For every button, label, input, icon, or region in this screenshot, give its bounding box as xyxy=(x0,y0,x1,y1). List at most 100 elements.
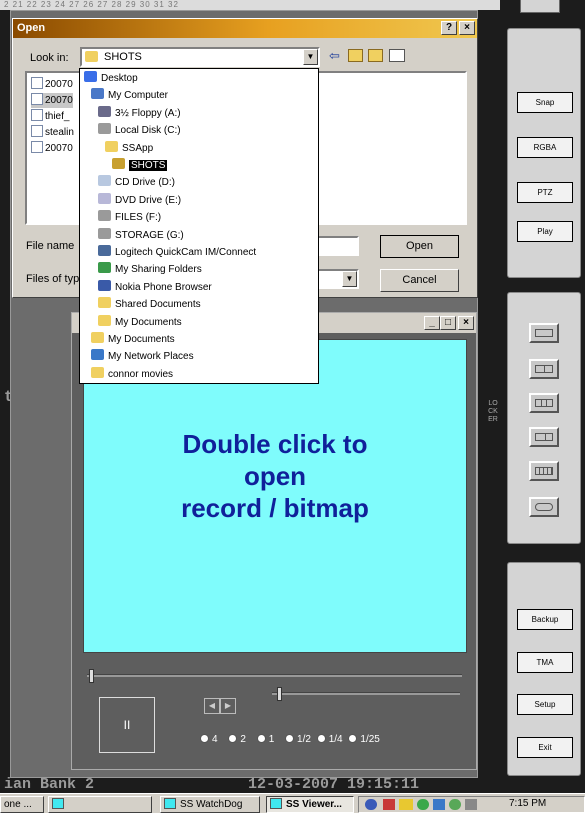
dropdown-item[interactable]: 3½ Floppy (A:) xyxy=(98,105,181,122)
tray-volume-icon[interactable] xyxy=(465,799,477,810)
layout-panel xyxy=(507,292,581,544)
speed-option-2[interactable]: 2 xyxy=(228,734,246,745)
tray-network-icon[interactable] xyxy=(383,799,395,810)
layout-grid-16-button[interactable] xyxy=(529,461,559,481)
layout-cycle-button[interactable] xyxy=(529,497,559,517)
step-forward-button[interactable]: ▶ xyxy=(220,698,236,714)
dropdown-item-label: FILES (F:) xyxy=(115,212,162,224)
dropdown-item[interactable]: Local Disk (C:) xyxy=(98,122,181,139)
floppy-icon xyxy=(98,105,111,117)
dropdown-item[interactable]: Logitech QuickCam IM/Connect xyxy=(98,244,256,261)
file-item[interactable]: thief_ xyxy=(31,109,69,124)
minimize-button[interactable]: _ xyxy=(424,316,440,330)
drive-icon xyxy=(98,210,111,222)
dropdown-item[interactable]: DVD Drive (E:) xyxy=(98,192,181,209)
position-slider-track[interactable] xyxy=(87,674,462,677)
speed-slider-track[interactable] xyxy=(272,692,460,695)
dropdown-item[interactable]: connor movies xyxy=(91,366,173,383)
dropdown-item-label: CD Drive (D:) xyxy=(115,177,175,189)
dropdown-item-label: My Network Places xyxy=(108,351,194,363)
video-area[interactable]: Double click to open record / bitmap xyxy=(83,339,467,653)
speed-option-half[interactable]: 1/2 xyxy=(285,734,311,745)
dropdown-item-label: My Documents xyxy=(115,316,182,328)
viewer-close-button[interactable]: × xyxy=(458,316,474,330)
rgba-button[interactable]: RGBA xyxy=(517,137,573,158)
dropdown-item-label: My Sharing Folders xyxy=(115,264,202,276)
taskbar-item-one[interactable]: one ... xyxy=(0,796,44,813)
dialog-titlebar: Open xyxy=(13,19,477,38)
open-folder-icon xyxy=(112,158,125,169)
taskbar-item-blank[interactable] xyxy=(48,796,152,813)
taskbar-item-watchdog[interactable]: SS WatchDog xyxy=(160,796,260,813)
dropdown-item[interactable]: My Network Places xyxy=(91,348,194,365)
setup-button[interactable]: Setup xyxy=(517,694,573,715)
open-record-message: Double click to open record / bitmap xyxy=(84,428,466,524)
open-button[interactable]: Open xyxy=(380,235,459,258)
combo-arrow-button[interactable]: ▼ xyxy=(303,49,318,65)
dropdown-item-label: STORAGE (G:) xyxy=(115,229,184,241)
dropdown-item[interactable]: My Sharing Folders xyxy=(98,261,202,278)
dropdown-item[interactable]: SSApp xyxy=(105,140,153,157)
file-item[interactable]: 20070 xyxy=(31,93,73,108)
tray-pen-icon[interactable] xyxy=(433,799,445,810)
speed-slider-thumb[interactable] xyxy=(277,687,282,701)
dropdown-item[interactable]: Shared Documents xyxy=(98,296,201,313)
file-item[interactable]: 20070 xyxy=(31,141,73,156)
dropdown-item[interactable]: FILES (F:) xyxy=(98,209,161,226)
dropdown-item[interactable]: CD Drive (D:) xyxy=(98,174,175,191)
speed-option-1-25[interactable]: 1/25 xyxy=(348,734,380,745)
ptz-button[interactable]: PTZ xyxy=(517,182,573,203)
step-back-button[interactable]: ◀ xyxy=(204,698,220,714)
cancel-button[interactable]: Cancel xyxy=(380,269,459,292)
look-in-combo[interactable]: SHOTS ▼ xyxy=(80,47,320,67)
tma-button[interactable]: TMA xyxy=(517,652,573,673)
layout-six-button[interactable] xyxy=(529,393,559,413)
message-line-1: Double click to xyxy=(182,429,368,459)
dialog-close-button[interactable]: × xyxy=(459,21,475,35)
tray-app-icon[interactable] xyxy=(417,799,429,810)
back-icon[interactable]: ⇦ xyxy=(329,48,340,64)
folder-icon xyxy=(98,297,111,309)
snap-button[interactable]: Snap xyxy=(517,92,573,113)
type-arrow-button[interactable]: ▼ xyxy=(342,271,357,287)
dropdown-item-label: DVD Drive (E:) xyxy=(115,194,182,206)
file-item[interactable]: stealin xyxy=(31,125,74,140)
look-in-dropdown[interactable]: Desktop My Computer 3½ Floppy (A:) Local Di… xyxy=(79,68,319,384)
dropdown-item[interactable]: Nokia Phone Browser xyxy=(98,279,212,296)
dropdown-item[interactable]: Desktop xyxy=(84,70,138,87)
dropdown-item[interactable]: My Computer xyxy=(91,87,168,104)
up-folder-icon[interactable] xyxy=(348,49,363,62)
views-menu-icon[interactable] xyxy=(389,49,405,62)
dropdown-item-label: My Computer xyxy=(108,90,169,102)
layout-split-button[interactable] xyxy=(529,427,559,447)
dropdown-item[interactable]: My Documents xyxy=(91,331,175,348)
tray-yes-icon[interactable] xyxy=(399,799,413,810)
dropdown-item[interactable]: SHOTS xyxy=(112,157,168,174)
tray-security-icon[interactable] xyxy=(449,799,461,810)
app-icon xyxy=(52,798,64,809)
dropdown-item-label: My Documents xyxy=(108,334,175,345)
app-icon xyxy=(270,798,282,809)
new-folder-icon[interactable] xyxy=(368,49,383,62)
taskbar-item-viewer[interactable]: SS Viewer... xyxy=(266,796,354,813)
speed-option-1[interactable]: 1 xyxy=(256,734,274,745)
computer-icon xyxy=(91,88,104,100)
dropdown-item[interactable]: STORAGE (G:) xyxy=(98,227,184,244)
dropdown-item-label: 3½ Floppy (A:) xyxy=(115,107,181,119)
dropdown-item[interactable]: My Documents xyxy=(98,314,182,331)
pause-button[interactable]: II xyxy=(99,697,155,753)
speed-option-4[interactable]: 4 xyxy=(200,734,218,745)
file-item[interactable]: 20070 xyxy=(31,77,73,92)
speed-option-quarter[interactable]: 1/4 xyxy=(316,734,343,745)
maximize-button[interactable]: □ xyxy=(440,316,456,330)
layout-single-button[interactable] xyxy=(529,323,559,343)
play-button[interactable]: Play xyxy=(517,221,573,242)
help-button[interactable]: ? xyxy=(441,21,457,35)
tray-search-icon[interactable] xyxy=(365,799,377,810)
exit-button[interactable]: Exit xyxy=(517,737,573,758)
backup-button[interactable]: Backup xyxy=(517,609,573,630)
files-of-type-label: Files of typ xyxy=(26,273,80,285)
network-icon xyxy=(91,349,104,361)
layout-quad-button[interactable] xyxy=(529,359,559,379)
position-slider-thumb[interactable] xyxy=(89,669,94,683)
